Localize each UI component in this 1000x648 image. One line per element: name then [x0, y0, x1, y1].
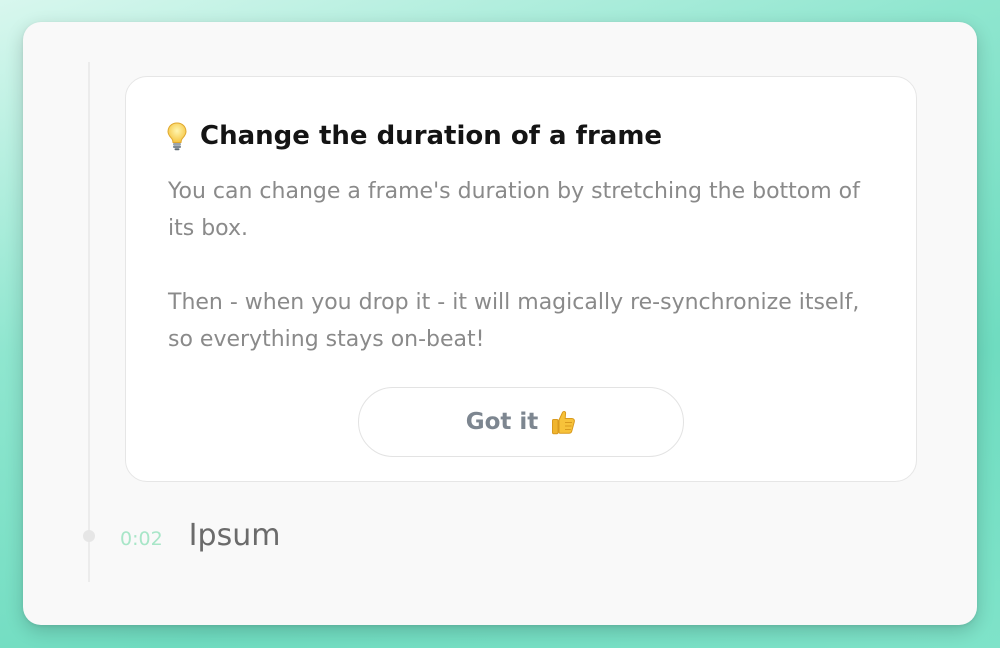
timeline-item[interactable]: 0:02 Ipsum [120, 518, 280, 553]
frame-title[interactable]: Ipsum [189, 518, 281, 553]
got-it-button[interactable]: Got it [358, 387, 684, 457]
tip-body: You can change a frame's duration by str… [168, 173, 888, 358]
got-it-label: Got it [465, 409, 539, 435]
tip-paragraph-1: You can change a frame's duration by str… [168, 179, 860, 241]
tip-title: Change the duration of a frame [166, 121, 662, 151]
thumbs-up-icon [550, 408, 576, 436]
lightbulb-icon [166, 121, 188, 151]
tip-card: Change the duration of a frame You can c… [125, 76, 917, 482]
timeline-panel: Change the duration of a frame You can c… [23, 22, 977, 625]
timecode: 0:02 [120, 528, 163, 550]
tip-paragraph-2: Then - when you drop it - it will magica… [168, 290, 860, 352]
timeline-line [88, 62, 90, 582]
timeline-dot [83, 530, 95, 542]
tip-title-text: Change the duration of a frame [200, 121, 663, 151]
